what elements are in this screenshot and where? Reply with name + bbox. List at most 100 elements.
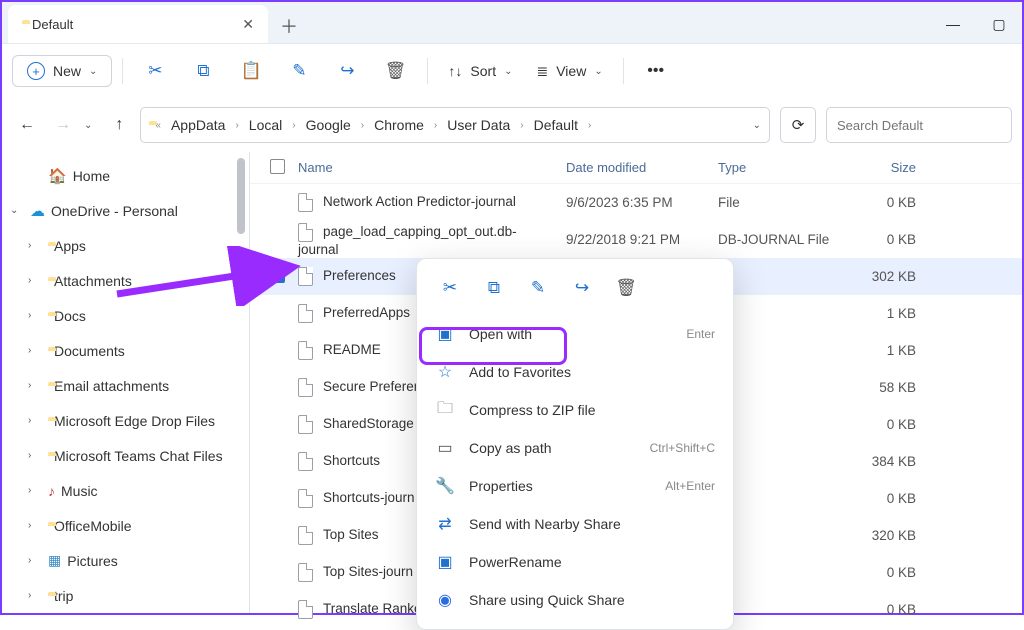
column-size[interactable]: Size	[838, 160, 924, 175]
address-dropdown[interactable]: ⌄	[753, 120, 761, 131]
new-button[interactable]: + New ⌄	[12, 55, 112, 87]
rename-button[interactable]: ✎	[277, 53, 321, 89]
chevron-right-icon[interactable]: ›	[28, 240, 42, 251]
ctx-label: PowerRename	[469, 554, 562, 570]
chevron-down-icon: ⌄	[594, 66, 602, 77]
search-input[interactable]	[826, 107, 1012, 143]
forward-button[interactable]: →	[48, 110, 78, 140]
sidebar-item[interactable]: ›▦Pictures	[2, 543, 249, 578]
share-button[interactable]: ↪	[325, 53, 369, 89]
chevron-right-icon[interactable]: ›	[28, 485, 42, 496]
history-chevron[interactable]: ⌄	[84, 120, 92, 131]
paste-button[interactable]: 📋	[229, 53, 273, 89]
address-row: ← → ⌄ ↑ « AppData › Local › Google › Chr…	[2, 98, 1022, 152]
chevron-right-icon[interactable]: ›	[28, 520, 42, 531]
chevron-right-icon[interactable]: ›	[28, 590, 42, 601]
up-button[interactable]: ↑	[104, 110, 134, 140]
crumb-sep: ›	[233, 120, 240, 131]
chevron-right-icon[interactable]: ›	[28, 450, 42, 461]
cut-button[interactable]: ✂	[133, 53, 177, 89]
ctx-label: Open with	[469, 326, 532, 342]
ctx-delete-button[interactable]: 🗑	[605, 271, 647, 305]
address-bar[interactable]: « AppData › Local › Google › Chrome › Us…	[140, 107, 770, 143]
ctx-powerrename[interactable]: ▣ PowerRename	[423, 543, 727, 581]
sidebar-item[interactable]: ›Microsoft Edge Drop Files	[2, 403, 249, 438]
chevron-down-icon[interactable]: ⌄	[10, 205, 24, 216]
chevron-right-icon[interactable]: ›	[28, 555, 42, 566]
new-tab-button[interactable]: ＋	[272, 9, 306, 43]
maximize-button[interactable]: ▢	[976, 5, 1022, 43]
minimize-button[interactable]: —	[930, 5, 976, 43]
row-check[interactable]	[262, 268, 290, 286]
sort-button[interactable]: ↑↓ Sort ⌄	[438, 57, 522, 85]
close-tab-icon[interactable]: ✕	[242, 16, 254, 33]
ctx-properties[interactable]: 🔧 Properties Alt+Enter	[423, 467, 727, 505]
crumb-userdata[interactable]: User Data	[443, 115, 514, 135]
ctx-nearby-share[interactable]: ⇄ Send with Nearby Share	[423, 505, 727, 543]
crumb-sep: ›	[359, 120, 366, 131]
crumb-appdata[interactable]: AppData	[167, 115, 229, 135]
ctx-copy-path[interactable]: ▭ Copy as path Ctrl+Shift+C	[423, 429, 727, 467]
sidebar-item[interactable]: ›Email attachments	[2, 368, 249, 403]
more-button[interactable]: •••	[634, 53, 678, 89]
column-check[interactable]	[262, 159, 290, 177]
chevron-right-icon[interactable]: ›	[28, 345, 42, 356]
ctx-label: Share using Quick Share	[469, 592, 625, 608]
wrench-icon: 🔧	[435, 476, 455, 496]
column-type[interactable]: Type	[710, 160, 838, 175]
table-row[interactable]: Network Action Predictor-journal9/6/2023…	[250, 184, 1022, 221]
ctx-quick-share[interactable]: ◉ Share using Quick Share	[423, 581, 727, 619]
file-icon	[298, 452, 313, 471]
plus-icon: +	[27, 62, 45, 80]
file-icon	[298, 600, 313, 619]
sidebar-item[interactable]: ›Attachments	[2, 263, 249, 298]
crumb-default[interactable]: Default	[530, 115, 582, 135]
crumb-sep: ›	[586, 120, 593, 131]
sidebar-item[interactable]: ›Apps	[2, 228, 249, 263]
chevron-right-icon[interactable]: ›	[28, 415, 42, 426]
sidebar-item-onedrive[interactable]: ⌄ ☁ OneDrive - Personal	[2, 193, 249, 228]
row-type: DB-JOURNAL File	[710, 232, 838, 247]
ctx-favorites[interactable]: ☆ Add to Favorites	[423, 353, 727, 391]
sidebar-label: Home	[73, 168, 110, 184]
back-button[interactable]: ←	[12, 110, 42, 140]
refresh-button[interactable]: ⟳	[780, 107, 816, 143]
tab-default[interactable]: Default ✕	[8, 5, 268, 43]
sidebar-item[interactable]: › Docs	[2, 298, 249, 333]
sidebar-label: Documents	[54, 343, 125, 359]
sidebar-label: OneDrive - Personal	[51, 203, 178, 219]
ctx-cut-button[interactable]: ✂	[429, 271, 471, 305]
ctx-share-button[interactable]: ↪	[561, 271, 603, 305]
sidebar-item[interactable]: › Documents	[2, 333, 249, 368]
sidebar-scrollbar[interactable]	[237, 152, 247, 613]
chevron-right-icon[interactable]: ›	[28, 380, 42, 391]
separator	[623, 58, 624, 84]
crumb-local[interactable]: Local	[245, 115, 286, 135]
crumb-google[interactable]: Google	[302, 115, 355, 135]
sidebar-item[interactable]: ›♪Music	[2, 473, 249, 508]
sidebar-item[interactable]: ›OfficeMobile	[2, 508, 249, 543]
ctx-shortcut: Ctrl+Shift+C	[650, 441, 715, 455]
view-button[interactable]: ≣ View ⌄	[526, 57, 612, 86]
ctx-copy-button[interactable]: ⧉	[473, 271, 515, 305]
ctx-open-with[interactable]: ▣ Open with Enter	[423, 315, 727, 353]
sidebar-item-home[interactable]: 🏠 Home	[2, 158, 249, 193]
table-row[interactable]: page_load_capping_opt_out.db-journal9/22…	[250, 221, 1022, 258]
column-name[interactable]: Name	[290, 160, 558, 175]
copy-button[interactable]: ⧉	[181, 53, 225, 89]
ctx-rename-button[interactable]: ✎	[517, 271, 559, 305]
sidebar-label: Docs	[54, 308, 86, 324]
column-date[interactable]: Date modified	[558, 160, 710, 175]
separator	[427, 58, 428, 84]
file-icon	[298, 563, 313, 582]
chevron-right-icon[interactable]: ›	[28, 275, 42, 286]
sort-label: Sort	[470, 63, 496, 79]
crumb-chrome[interactable]: Chrome	[370, 115, 428, 135]
ctx-compress[interactable]: 🗀 Compress to ZIP file	[423, 391, 727, 429]
delete-button[interactable]: 🗑	[373, 53, 417, 89]
row-name: Network Action Predictor-journal	[290, 193, 558, 212]
chevron-right-icon[interactable]: ›	[28, 310, 42, 321]
file-icon	[298, 223, 313, 242]
sidebar-item[interactable]: ›Microsoft Teams Chat Files	[2, 438, 249, 473]
sidebar-item[interactable]: ›trip	[2, 578, 249, 613]
